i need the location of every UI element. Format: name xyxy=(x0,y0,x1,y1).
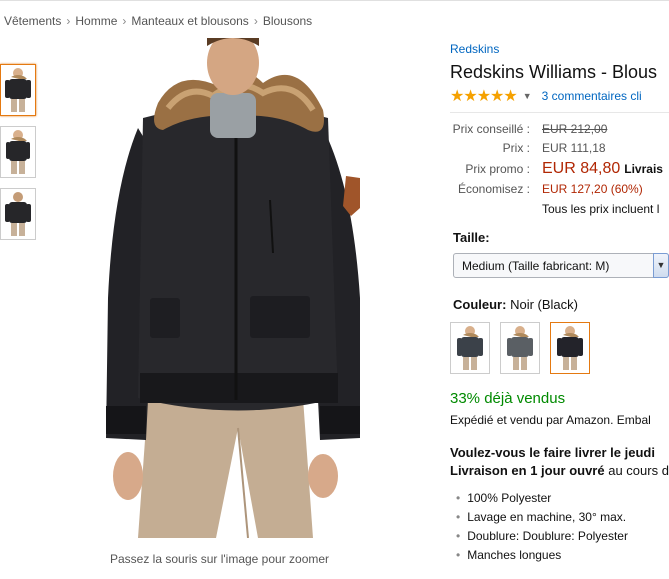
thumbnail-side[interactable] xyxy=(0,126,36,178)
price-row-promo: Prix promo : EUR 84,80 Livrais xyxy=(450,160,663,178)
zoom-caption: Passez la souris sur l'image pour zoomer xyxy=(110,552,330,566)
breadcrumb-item-homme[interactable]: Homme xyxy=(75,14,117,28)
promo-price: EUR 84,80 xyxy=(542,160,621,177)
jacket-swatch-icon xyxy=(507,326,533,370)
jacket-thumbnail-icon xyxy=(5,68,31,112)
chevron-right-icon: › xyxy=(66,14,71,28)
delivery-question: Voulez-vous le faire livrer le jeudi xyxy=(450,445,655,460)
chevron-down-icon[interactable]: ▼ xyxy=(523,91,532,101)
breadcrumb-item-blousons[interactable]: Blousons xyxy=(263,14,312,28)
feature-list: 100% Polyester Lavage en machine, 30° ma… xyxy=(456,491,628,567)
price-label: Prix promo : xyxy=(465,162,530,176)
delivery-detail: Livraison en 1 jour ouvré au cours d xyxy=(450,463,669,478)
jacket-swatch-icon xyxy=(557,326,583,370)
savings-amount: EUR 127,20 (60%) xyxy=(542,182,643,196)
list-item: Manches longues xyxy=(456,548,628,567)
price-row-savings: Économisez : EUR 127,20 (60%) xyxy=(450,182,643,196)
size-select[interactable]: Medium (Taille fabricant: M) ▼ xyxy=(453,253,669,278)
jacket-thumbnail-icon xyxy=(5,192,31,236)
regular-price: EUR 111,18 xyxy=(542,141,606,155)
jacket-model-image xyxy=(106,31,360,539)
thumbnail-strip xyxy=(0,64,36,250)
list-item: Lavage en machine, 30° max. xyxy=(456,510,628,529)
list-price: EUR 212,00 xyxy=(542,122,608,136)
jacket-swatch-icon xyxy=(457,326,483,370)
star-icon: ★ xyxy=(476,88,491,105)
color-selected-value: Noir (Black) xyxy=(510,297,578,312)
rating-row: ★ ★ ★ ★ ★ ▼ 3 commentaires cli xyxy=(450,86,642,106)
breadcrumb-item-manteaux[interactable]: Manteaux et blousons xyxy=(131,14,248,28)
list-item: 100% Polyester xyxy=(456,491,628,510)
product-title: Redskins Williams - Blous xyxy=(450,62,658,82)
divider xyxy=(450,112,669,113)
color-swatch-black[interactable] xyxy=(550,322,590,374)
star-icon: ★ xyxy=(503,88,517,105)
price-label: Prix : xyxy=(502,141,530,155)
color-label: Couleur: xyxy=(453,297,507,312)
list-item: Doublure: Doublure: Polyester xyxy=(456,529,628,548)
size-selected-value: Medium (Taille fabricant: M) xyxy=(462,259,610,273)
main-product-image[interactable] xyxy=(98,31,378,539)
reviews-link[interactable]: 3 commentaires cli xyxy=(542,89,642,103)
delivery-speed: Livraison en 1 jour ouvré xyxy=(450,463,605,478)
star-icon: ★ xyxy=(450,88,464,105)
delivery-note: Livrais xyxy=(624,162,663,176)
tax-note: Tous les prix incluent l xyxy=(542,202,660,216)
chevron-right-icon: › xyxy=(253,14,258,28)
price-row-conseille: Prix conseillé : EUR 212,00 xyxy=(450,122,608,136)
star-icon: ★ xyxy=(463,88,477,105)
shipped-by: Expédié et vendu par Amazon. Embal xyxy=(450,413,651,427)
star-icon: ★ xyxy=(490,88,504,105)
thumbnail-front[interactable] xyxy=(0,64,36,116)
color-swatch-grey[interactable] xyxy=(500,322,540,374)
thumbnail-back[interactable] xyxy=(0,188,36,240)
price-row-prix: Prix : EUR 111,18 xyxy=(450,141,606,155)
delivery-rest: au cours d xyxy=(604,463,669,478)
chevron-right-icon: › xyxy=(122,14,127,28)
price-label: Prix conseillé : xyxy=(452,122,530,136)
color-label-row: Couleur: Noir (Black) xyxy=(453,297,578,312)
chevron-down-icon[interactable]: ▼ xyxy=(653,253,669,278)
size-label: Taille: xyxy=(453,230,490,245)
breadcrumb-item-vetements[interactable]: Vêtements xyxy=(4,14,61,28)
jacket-thumbnail-icon xyxy=(6,130,30,174)
sold-percentage: 33% déjà vendus xyxy=(450,390,566,407)
breadcrumb: Vêtements › Homme › Manteaux et blousons › Blo… xyxy=(4,14,312,28)
brand-link[interactable]: Redskins xyxy=(450,42,499,56)
price-label: Économisez : xyxy=(457,182,530,196)
top-border xyxy=(0,0,669,1)
color-swatches xyxy=(450,322,600,374)
color-swatch-grey-blue[interactable] xyxy=(450,322,490,374)
